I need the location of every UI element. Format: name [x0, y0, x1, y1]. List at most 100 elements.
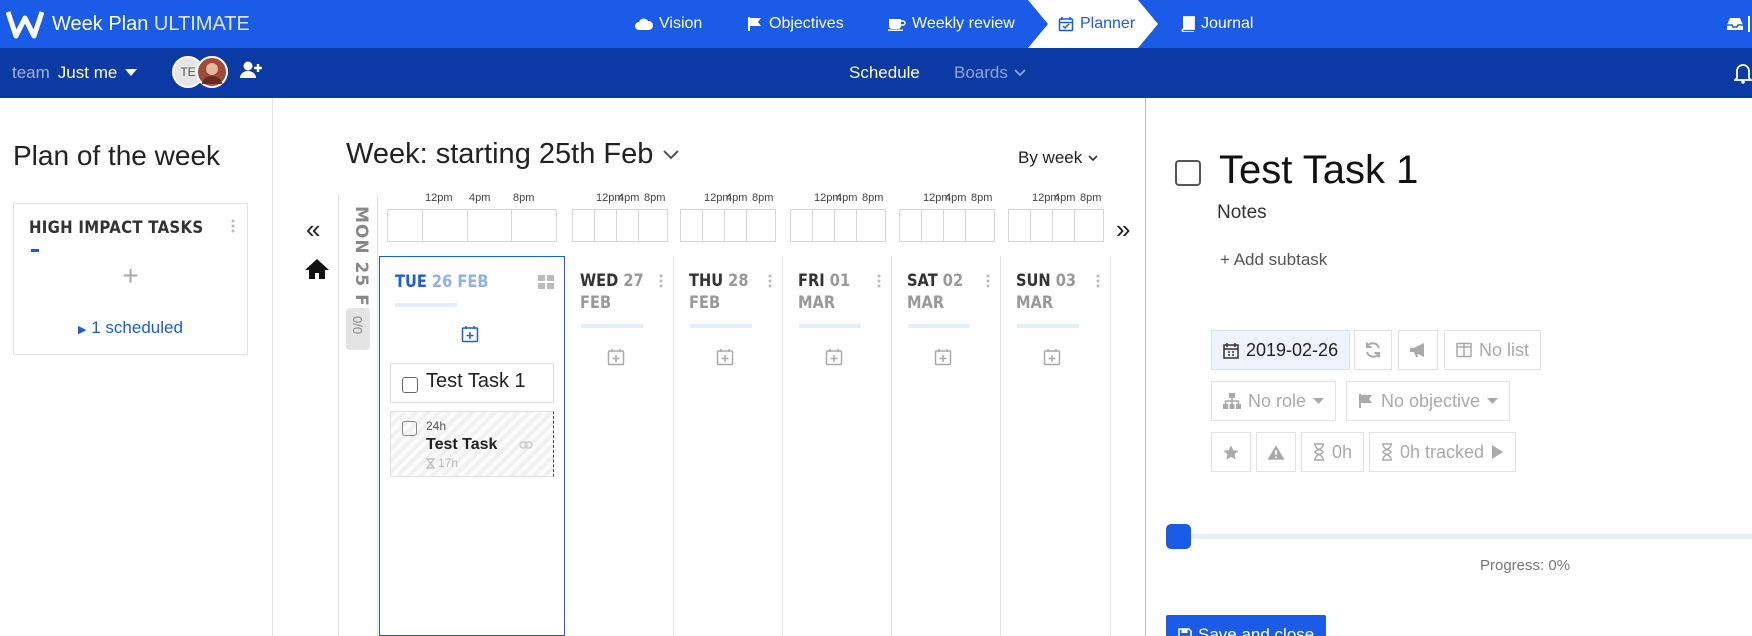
- task-checkbox[interactable]: [402, 377, 418, 393]
- scheduled-label: 1 scheduled: [91, 318, 183, 337]
- vertical-dots-icon[interactable]: [877, 274, 881, 288]
- calendar-check-icon: [1058, 17, 1074, 32]
- add-subtask-link[interactable]: + Add subtask: [1220, 250, 1327, 270]
- calendar-plus-icon[interactable]: [825, 348, 843, 366]
- role-dropdown[interactable]: No role: [1211, 381, 1337, 421]
- announce-button[interactable]: [1398, 330, 1438, 370]
- nav-objectives[interactable]: Objectives: [747, 0, 844, 48]
- bullhorn-icon: [1410, 343, 1424, 357]
- time-strip-sun: 12pm 4pm 8pm: [1008, 192, 1104, 242]
- inbox-button[interactable]: [1726, 0, 1750, 48]
- vertical-dots-icon[interactable]: [231, 219, 235, 233]
- tab-schedule[interactable]: Schedule: [849, 48, 920, 98]
- nav-planner[interactable]: Planner: [1058, 0, 1135, 48]
- calendar-plus-icon[interactable]: [934, 348, 952, 366]
- time-label: 8pm: [752, 192, 774, 204]
- vertical-dots-icon[interactable]: [986, 274, 990, 288]
- day-column-sat[interactable]: SAT 02 MAR: [892, 256, 1001, 636]
- vertical-dots-icon[interactable]: [659, 274, 663, 288]
- day-column-thu[interactable]: THU 28 FEB: [674, 256, 783, 636]
- next-week-button[interactable]: »: [1116, 214, 1130, 245]
- task-title: Test Task: [426, 436, 498, 453]
- bell-icon[interactable]: [1734, 62, 1752, 84]
- avatar-photo[interactable]: [196, 56, 228, 88]
- objective-value: No objective: [1381, 390, 1481, 411]
- app-brand[interactable]: Week Plan ULTIMATE: [6, 6, 250, 42]
- avatar-initials: TE: [180, 65, 196, 79]
- time-strip-wed: 12pm 4pm 8pm: [572, 192, 668, 242]
- hourglass-icon: [426, 457, 435, 469]
- scheduled-toggle[interactable]: ▶ 1 scheduled: [14, 318, 247, 338]
- time-label: 8pm: [513, 192, 535, 204]
- vertical-dots-icon[interactable]: [1096, 274, 1100, 288]
- team-avatars[interactable]: TE: [172, 56, 228, 90]
- tab-boards[interactable]: Boards: [954, 48, 1026, 98]
- chevron-down-icon: [1014, 69, 1026, 77]
- chevron-down-icon: [1088, 154, 1098, 161]
- day-column-tue[interactable]: TUE 26 FEB Test Task 1 24h Test Task 17h: [379, 256, 565, 636]
- task-checkbox[interactable]: [402, 421, 417, 436]
- day-underline: [690, 324, 752, 328]
- team-label: team: [12, 63, 50, 82]
- time-strip-thu: 12pm 4pm 8pm: [680, 192, 776, 242]
- estimate-button[interactable]: 0h: [1301, 432, 1365, 472]
- task-card[interactable]: Test Task 1: [390, 363, 554, 403]
- week-selector[interactable]: Week: starting 25th Feb: [346, 138, 680, 171]
- calendar-plus-icon[interactable]: [461, 325, 479, 343]
- time-label: 8pm: [862, 192, 884, 204]
- day-header: FRI 01 MAR: [798, 271, 851, 313]
- progress-label: Progress: 0%: [1480, 557, 1571, 574]
- team-value: Just me: [57, 63, 118, 82]
- time-boxes: [899, 209, 995, 242]
- date-value: 2019-02-26: [1246, 339, 1339, 360]
- objective-dropdown[interactable]: No objective: [1346, 381, 1511, 421]
- day-header: WED 27 FEB: [580, 271, 644, 313]
- caret-down-icon: [125, 69, 138, 76]
- monday-collapsed-column[interactable]: MON 25 FEB 0/0: [338, 194, 378, 636]
- calendar-plus-icon[interactable]: [1043, 348, 1061, 366]
- time-tracking-button[interactable]: 0h tracked: [1369, 432, 1517, 472]
- caret-down-icon: [1313, 397, 1325, 404]
- day-column-wed[interactable]: WED 27 FEB: [565, 256, 674, 636]
- time-boxes: [790, 209, 886, 242]
- day-column-fri[interactable]: FRI 01 MAR: [783, 256, 892, 636]
- inbox-label-stub: [1748, 16, 1750, 32]
- add-user-icon[interactable]: [240, 60, 262, 80]
- warning-button[interactable]: [1256, 432, 1296, 472]
- task-complete-checkbox[interactable]: [1175, 160, 1201, 186]
- tab-schedule-label: Schedule: [849, 63, 920, 82]
- progress-slider-track[interactable]: [1178, 534, 1752, 539]
- time-boxes: [1008, 209, 1104, 242]
- task-notes[interactable]: Notes: [1217, 202, 1267, 224]
- repeat-button[interactable]: [1354, 330, 1392, 370]
- day-column-sun[interactable]: SUN 03 MAR: [1001, 256, 1111, 636]
- task-detail-title[interactable]: Test Task 1: [1219, 148, 1418, 193]
- time-labels: 12pm 4pm 8pm: [680, 192, 776, 208]
- time-boxes: [572, 209, 668, 242]
- calendar-plus-icon[interactable]: [716, 348, 734, 366]
- nav-weekly-review[interactable]: Weekly review: [888, 0, 1015, 48]
- view-selector[interactable]: By week: [1018, 148, 1098, 168]
- book-icon: [1181, 16, 1195, 32]
- team-selector[interactable]: team Just me: [12, 48, 138, 98]
- home-icon[interactable]: [304, 258, 330, 280]
- nav-vision[interactable]: Vision: [635, 0, 702, 48]
- grid-view-icon[interactable]: [538, 275, 554, 289]
- date-button[interactable]: 2019-02-26: [1211, 330, 1351, 370]
- calendar-plus-icon[interactable]: [607, 348, 625, 366]
- time-label: 4pm: [469, 192, 491, 204]
- vertical-dots-icon[interactable]: [768, 274, 772, 288]
- list-button[interactable]: No list: [1444, 330, 1542, 370]
- day-underline: [1017, 324, 1079, 328]
- week-title: Week: starting 25th Feb: [346, 138, 654, 170]
- add-high-impact-button[interactable]: +: [14, 260, 247, 292]
- time-strip-tue: 12pm 4pm 8pm: [387, 192, 557, 242]
- progress-slider-handle[interactable]: [1166, 524, 1191, 549]
- estimate-value: 0h: [1332, 441, 1353, 462]
- previous-week-button[interactable]: «: [306, 214, 320, 245]
- save-and-close-button[interactable]: Save and close: [1166, 615, 1327, 636]
- inbox-icon: [1727, 18, 1743, 30]
- task-card[interactable]: 24h Test Task 17h: [390, 411, 554, 477]
- star-button[interactable]: [1211, 432, 1251, 472]
- nav-journal[interactable]: Journal: [1180, 0, 1253, 48]
